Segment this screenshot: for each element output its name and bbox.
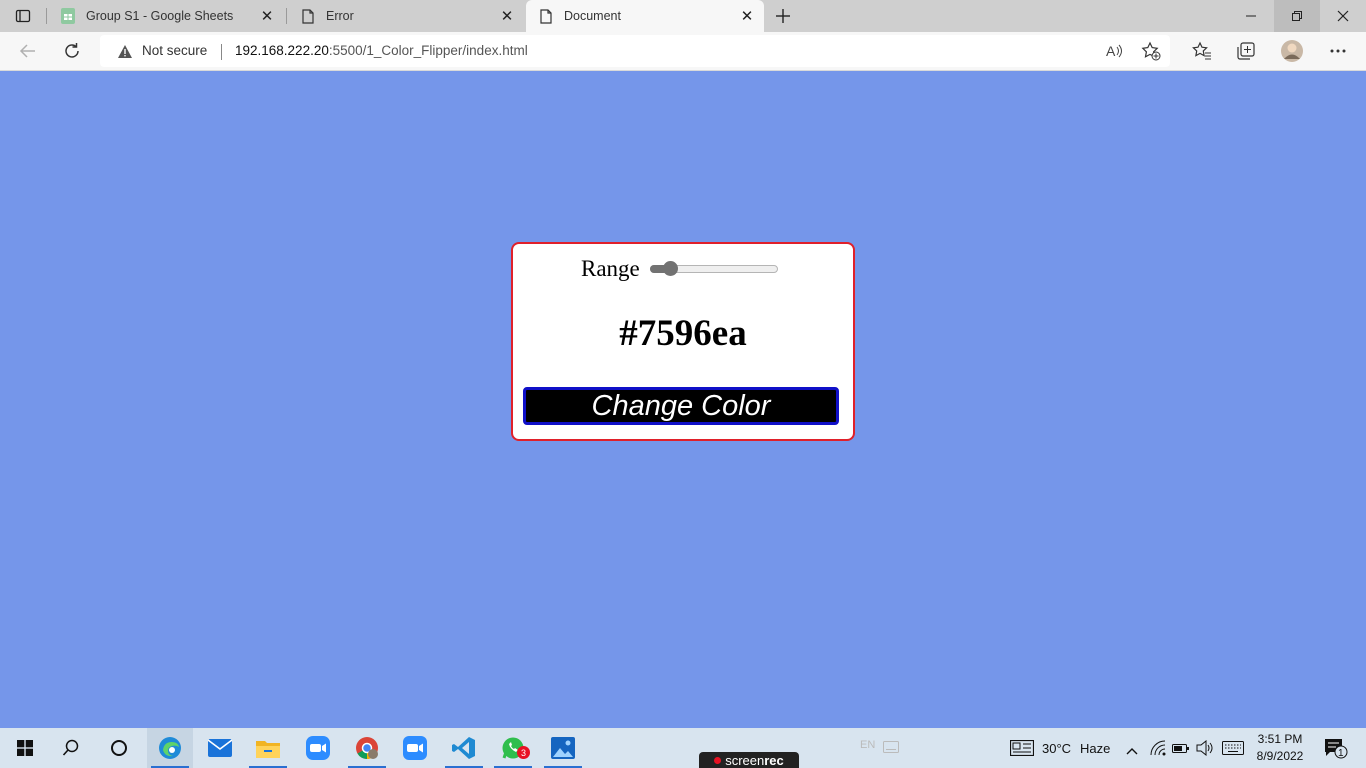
whatsapp-unread-badge: 3 bbox=[517, 746, 530, 759]
keyboard-icon[interactable] bbox=[883, 740, 899, 758]
tab-actions-icon[interactable] bbox=[14, 7, 32, 25]
touch-keyboard-icon[interactable] bbox=[1222, 741, 1244, 760]
search-icon[interactable] bbox=[48, 728, 94, 768]
tab-document[interactable]: Document ✕ bbox=[526, 0, 764, 32]
windows-taskbar: 3 screen rec EN 30°C Haze 3:51 PM 8/9/202… bbox=[0, 728, 1366, 768]
url-host: 192.168.222.20 bbox=[235, 43, 329, 58]
range-slider[interactable] bbox=[649, 261, 778, 276]
close-icon[interactable]: ✕ bbox=[258, 7, 276, 25]
close-icon[interactable]: ✕ bbox=[738, 7, 756, 25]
weather-status[interactable]: Haze bbox=[1080, 741, 1110, 756]
page-icon bbox=[300, 8, 316, 24]
slider-thumb[interactable] bbox=[663, 261, 679, 276]
back-arrow-icon[interactable] bbox=[16, 39, 40, 63]
collections-icon[interactable] bbox=[1234, 39, 1258, 63]
security-status[interactable]: Not secure bbox=[142, 43, 207, 58]
clock-time: 3:51 PM bbox=[1257, 732, 1303, 746]
tab-label: Error bbox=[326, 9, 354, 23]
read-aloud-icon[interactable]: A bbox=[1105, 41, 1125, 61]
google-sheets-icon bbox=[60, 8, 76, 24]
warning-icon[interactable] bbox=[117, 44, 133, 64]
svg-text:A: A bbox=[1106, 43, 1116, 59]
page-icon bbox=[538, 8, 554, 24]
color-flipper-card: Range #7596ea Change Color bbox=[511, 242, 855, 441]
language-indicator[interactable]: EN bbox=[860, 739, 875, 751]
mail-icon[interactable] bbox=[197, 728, 243, 768]
restore-button[interactable] bbox=[1274, 0, 1320, 32]
record-dot-icon bbox=[714, 756, 722, 764]
edge-icon[interactable] bbox=[147, 728, 193, 768]
hex-color-code: #7596ea bbox=[619, 313, 747, 354]
file-explorer-icon[interactable] bbox=[245, 728, 291, 768]
notification-count: 1 bbox=[1338, 748, 1344, 759]
notification-icon[interactable] bbox=[1324, 738, 1348, 765]
clock-date: 8/9/2022 bbox=[1256, 749, 1304, 763]
tab-error[interactable]: Error ✕ bbox=[288, 0, 524, 32]
page-viewport: Range #7596ea Change Color bbox=[0, 71, 1366, 728]
whatsapp-icon[interactable]: 3 bbox=[490, 728, 536, 768]
network-icon[interactable] bbox=[1150, 740, 1166, 761]
url-text[interactable]: 192.168.222.20:5500/1_Color_Flipper/inde… bbox=[235, 43, 528, 58]
cortana-icon[interactable] bbox=[96, 728, 142, 768]
tab-google-sheets[interactable]: Group S1 - Google Sheets ✕ bbox=[48, 0, 284, 32]
close-icon[interactable]: ✕ bbox=[498, 7, 516, 25]
tab-label: Document bbox=[564, 9, 621, 23]
vscode-icon[interactable] bbox=[441, 728, 487, 768]
battery-icon[interactable] bbox=[1172, 741, 1190, 759]
navigation-bar: Not secure 192.168.222.20:5500/1_Color_F… bbox=[0, 32, 1366, 71]
screenrec-prefix: screen bbox=[725, 752, 765, 768]
refresh-icon[interactable] bbox=[60, 39, 84, 63]
close-window-button[interactable] bbox=[1320, 0, 1366, 32]
windows-start-icon[interactable] bbox=[2, 728, 48, 768]
change-color-button[interactable]: Change Color bbox=[523, 387, 839, 425]
add-favorite-icon[interactable] bbox=[1141, 41, 1161, 61]
profile-avatar[interactable] bbox=[1280, 39, 1304, 63]
volume-icon[interactable] bbox=[1196, 739, 1214, 761]
tab-separator bbox=[46, 8, 47, 24]
favorites-icon[interactable] bbox=[1190, 39, 1214, 63]
photos-icon[interactable] bbox=[540, 728, 586, 768]
tab-label: Group S1 - Google Sheets bbox=[86, 9, 234, 23]
tab-bar: Group S1 - Google Sheets ✕ Error ✕ Docum… bbox=[0, 0, 1366, 32]
screenrec-suffix: rec bbox=[764, 752, 784, 768]
zoom-icon[interactable] bbox=[295, 728, 341, 768]
tab-separator bbox=[286, 8, 287, 24]
new-tab-button[interactable] bbox=[772, 5, 794, 27]
temperature[interactable]: 30°C bbox=[1042, 741, 1071, 756]
screenrec-watermark: screen rec bbox=[699, 752, 799, 768]
address-bar[interactable]: Not secure 192.168.222.20:5500/1_Color_F… bbox=[100, 35, 1170, 67]
system-clock[interactable]: 3:51 PM 8/9/2022 bbox=[1250, 731, 1310, 765]
more-options-icon[interactable] bbox=[1326, 39, 1350, 63]
zoom-meetings-icon[interactable] bbox=[392, 728, 438, 768]
url-path: :5500/1_Color_Flipper/index.html bbox=[328, 43, 528, 58]
range-label: Range bbox=[581, 256, 640, 281]
chrome-icon[interactable] bbox=[344, 728, 390, 768]
chevron-up-icon[interactable] bbox=[1126, 742, 1138, 760]
range-row: Range bbox=[581, 254, 778, 284]
address-divider bbox=[221, 44, 222, 60]
news-weather-icon[interactable] bbox=[1009, 739, 1035, 761]
minimize-button[interactable] bbox=[1228, 0, 1274, 32]
